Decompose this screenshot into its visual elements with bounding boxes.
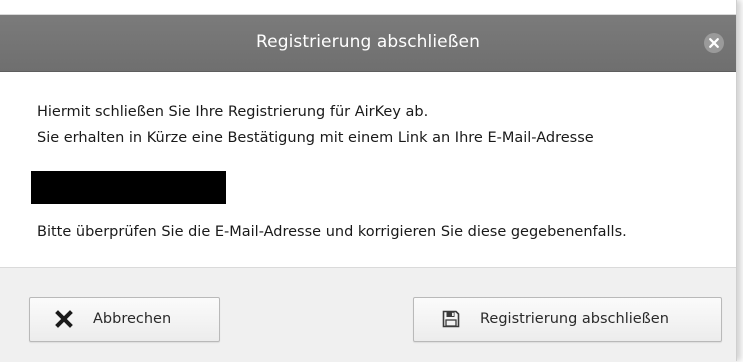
info-text-line-1: Hiermit schließen Sie Ihre Registrierung… bbox=[37, 104, 429, 120]
save-icon bbox=[442, 310, 460, 332]
cancel-button-label: Abbrechen bbox=[93, 311, 172, 327]
close-icon bbox=[709, 38, 719, 48]
dialog-content: Hiermit schließen Sie Ihre Registrierung… bbox=[0, 72, 736, 267]
close-button[interactable] bbox=[704, 33, 724, 53]
registration-dialog: Registrierung abschließen Hiermit schlie… bbox=[0, 0, 737, 362]
cancel-button[interactable]: Abbrechen bbox=[29, 297, 220, 342]
redacted-email-address bbox=[31, 171, 226, 204]
info-text-line-2: Sie erhalten in Kürze eine Bestätigung m… bbox=[37, 130, 594, 146]
complete-registration-button[interactable]: Registrierung abschließen bbox=[413, 297, 722, 342]
dialog-title: Registrierung abschließen bbox=[256, 32, 480, 52]
info-text-line-3: Bitte überprüfen Sie die E-Mail-Adresse … bbox=[37, 224, 627, 240]
x-icon bbox=[55, 310, 73, 332]
titlebar-top-strip bbox=[0, 0, 736, 15]
dialog-footer: Abbrechen Registrierung abschließen bbox=[0, 267, 736, 362]
complete-registration-label: Registrierung abschließen bbox=[480, 311, 669, 327]
